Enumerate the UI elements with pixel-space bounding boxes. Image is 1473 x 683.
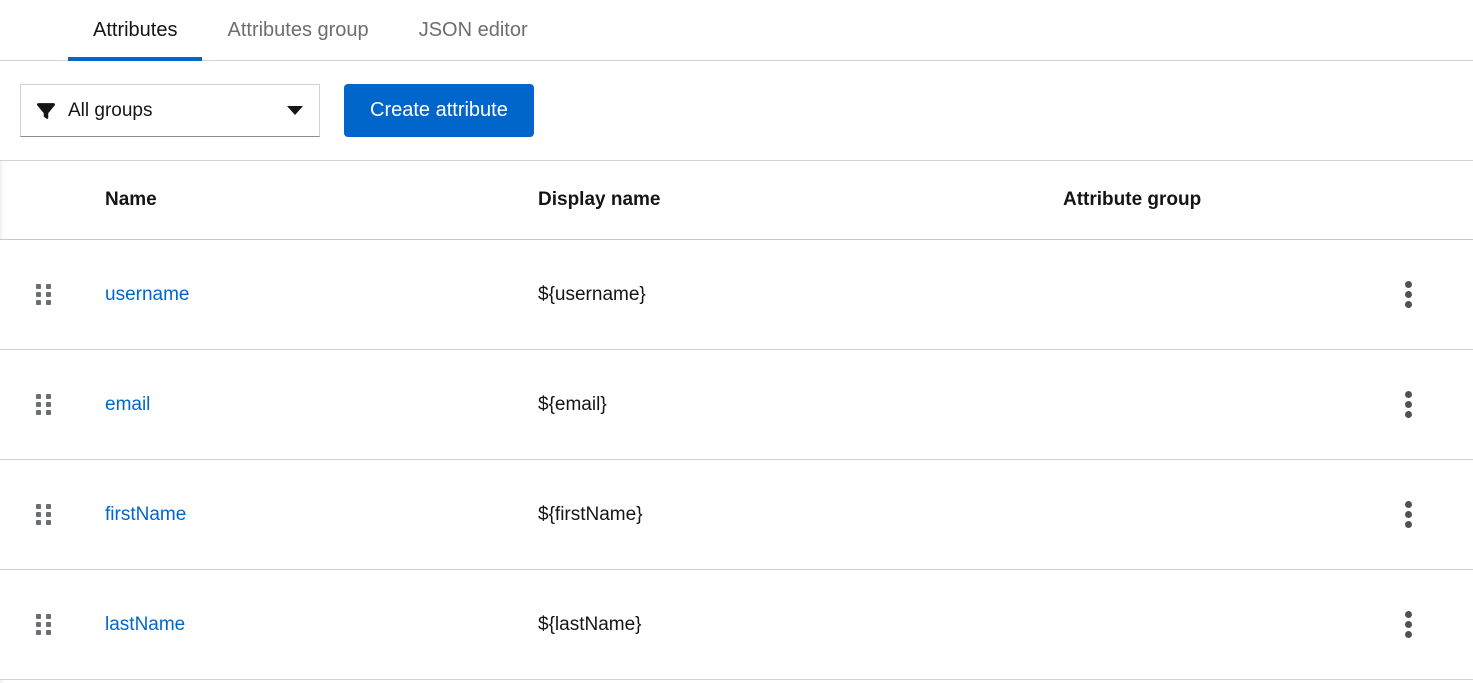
kebab-menu-button[interactable]: [1386, 493, 1430, 537]
table-header-row: Name Display name Attribute group: [0, 161, 1473, 240]
group-filter-value: All groups: [68, 99, 153, 121]
drag-handle[interactable]: [36, 284, 51, 305]
attribute-display-name: ${firstName}: [538, 503, 643, 525]
kebab-icon: [1404, 281, 1412, 288]
attribute-display-name: ${email}: [538, 393, 607, 415]
kebab-icon: [1404, 611, 1412, 618]
table-row: firstName ${firstName}: [0, 460, 1473, 570]
header-display-name: Display name: [538, 189, 661, 210]
attribute-name-link[interactable]: email: [105, 394, 538, 416]
create-attribute-button[interactable]: Create attribute: [344, 84, 534, 137]
tab-attributes[interactable]: Attributes: [68, 0, 203, 61]
caret-down-icon: [287, 106, 303, 115]
tab-attributes-group-label: Attributes group: [227, 19, 369, 41]
kebab-menu-button[interactable]: [1386, 383, 1430, 427]
drag-handle[interactable]: [36, 504, 51, 525]
tab-json-editor-label: JSON editor: [418, 19, 528, 41]
drag-handle[interactable]: [36, 614, 51, 635]
filter-icon: [37, 102, 55, 120]
table-row: username ${username}: [0, 240, 1473, 350]
kebab-menu-button[interactable]: [1386, 273, 1430, 317]
header-attribute-group: Attribute group: [1063, 189, 1202, 210]
tab-json-editor[interactable]: JSON editor: [394, 0, 553, 61]
tabs-bar: Attributes Attributes group JSON editor: [0, 0, 1473, 61]
kebab-icon: [1404, 391, 1412, 398]
attribute-display-name: ${lastName}: [538, 613, 642, 635]
attributes-toolbar: All groups Create attribute: [0, 61, 1473, 161]
kebab-menu-button[interactable]: [1386, 603, 1430, 647]
tab-attributes-label: Attributes: [93, 19, 178, 41]
attributes-table: Name Display name Attribute group userna…: [0, 161, 1473, 680]
table-row: lastName ${lastName}: [0, 570, 1473, 680]
attribute-display-name: ${username}: [538, 283, 646, 305]
attribute-name-link[interactable]: username: [105, 284, 538, 306]
attribute-name-link[interactable]: lastName: [105, 614, 538, 636]
header-name: Name: [105, 189, 157, 210]
drag-handle[interactable]: [36, 394, 51, 415]
kebab-icon: [1404, 501, 1412, 508]
table-row: email ${email}: [0, 350, 1473, 460]
tab-attributes-group[interactable]: Attributes group: [202, 0, 393, 61]
group-filter-select[interactable]: All groups: [20, 84, 320, 137]
attribute-name-link[interactable]: firstName: [105, 504, 538, 526]
